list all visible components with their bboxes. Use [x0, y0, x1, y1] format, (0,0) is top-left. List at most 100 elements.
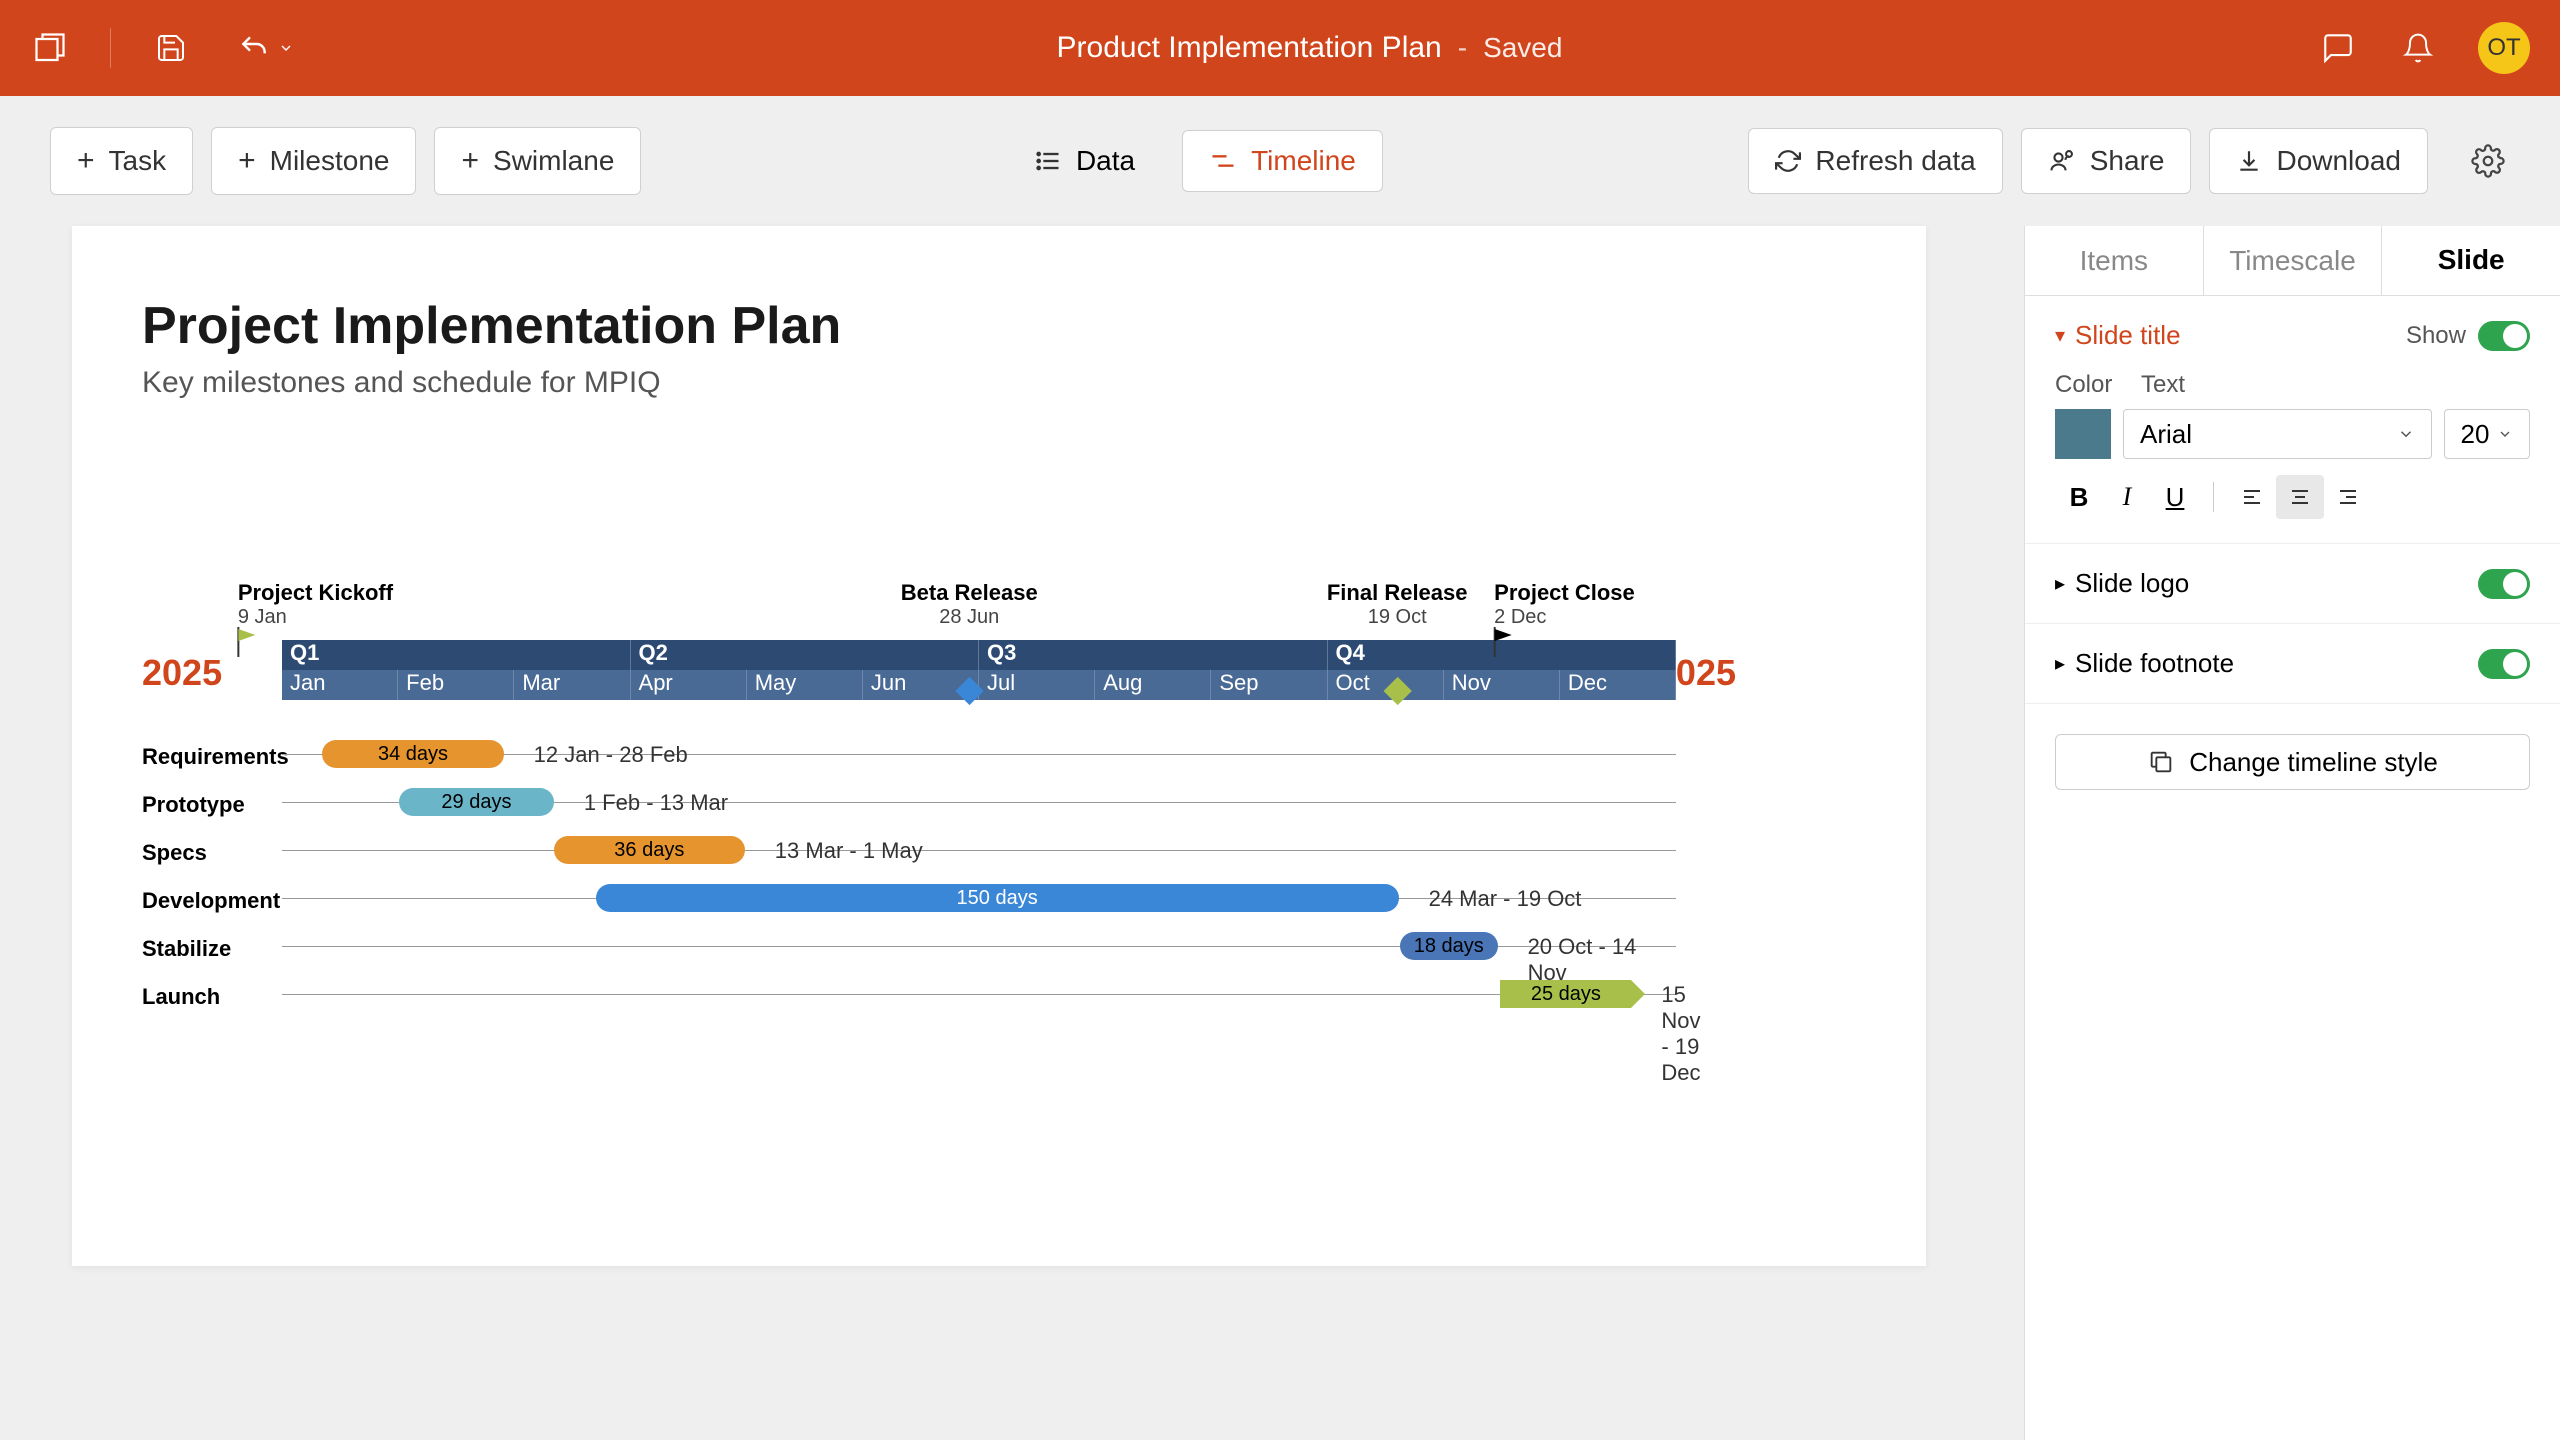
task-bar[interactable]: 150 days: [596, 884, 1399, 912]
tab-items[interactable]: Items: [2025, 226, 2204, 295]
file-icon[interactable]: [30, 28, 70, 68]
section-title-label: Slide footnote: [2075, 648, 2234, 679]
share-icon: [2048, 147, 2076, 175]
document-title[interactable]: Product Implementation Plan: [1057, 31, 1442, 65]
slide-subtitle[interactable]: Key milestones and schedule for MPIQ: [142, 366, 1856, 400]
plus-icon: +: [461, 144, 479, 178]
separator: [2213, 482, 2214, 512]
bell-icon[interactable]: [2398, 28, 2438, 68]
task-row[interactable]: Development 150 days 24 Mar - 19 Oct: [282, 874, 1676, 922]
task-baseline: [282, 850, 1676, 851]
settings-button[interactable]: [2466, 139, 2510, 183]
milestone-date: 28 Jun: [901, 606, 1038, 629]
milestone-marker[interactable]: Project Kickoff9 Jan: [238, 580, 393, 629]
refresh-icon: [1775, 148, 1801, 174]
caret-right-icon: ▸: [2055, 651, 2065, 676]
add-task-button[interactable]: +Task: [50, 127, 193, 195]
quarter-cell: Q3: [979, 640, 1328, 670]
footnote-toggle[interactable]: [2478, 649, 2530, 679]
view-switcher: Data Timeline: [641, 130, 1748, 192]
task-name: Requirements: [142, 744, 282, 770]
download-label: Download: [2276, 145, 2401, 177]
month-cell: Jan: [282, 670, 398, 700]
section-header[interactable]: ▸ Slide footnote: [2055, 648, 2530, 679]
slide-canvas[interactable]: Project Implementation Plan Key mileston…: [72, 226, 1926, 1266]
font-family-select[interactable]: Arial: [2123, 409, 2432, 459]
avatar-initials: OT: [2487, 34, 2520, 62]
align-right-button[interactable]: [2324, 475, 2372, 519]
timeline-view-label: Timeline: [1251, 145, 1356, 177]
undo-dropdown[interactable]: [231, 28, 301, 68]
task-bar[interactable]: 36 days: [554, 836, 745, 864]
field-labels: Color Text: [2055, 371, 2530, 399]
month-cell: Dec: [1560, 670, 1676, 700]
data-view-button[interactable]: Data: [1007, 130, 1162, 192]
toolbar: +Task +Milestone + Swimlane Data Timeline…: [0, 96, 2560, 226]
task-row[interactable]: Stabilize 18 days 20 Oct - 14 Nov: [282, 922, 1676, 970]
change-timeline-style-button[interactable]: Change timeline style: [2055, 734, 2530, 790]
logo-toggle[interactable]: [2478, 569, 2530, 599]
flag-icon: [1492, 627, 1516, 657]
title-color-picker[interactable]: [2055, 409, 2111, 459]
data-view-label: Data: [1076, 145, 1135, 177]
section-header[interactable]: ▸Slide logo: [2055, 568, 2530, 599]
task-name: Development: [142, 888, 282, 914]
properties-panel: Items Timescale Slide ▾Slide title Show …: [2024, 226, 2560, 1440]
task-dates: 1 Feb - 13 Mar: [584, 790, 728, 816]
task-bar[interactable]: 18 days: [1400, 932, 1498, 960]
align-left-button[interactable]: [2228, 475, 2276, 519]
timeline-chart: 2025 2025 Project Kickoff9 JanBeta Relea…: [142, 580, 1856, 1018]
task-row[interactable]: Prototype 29 days 1 Feb - 13 Mar: [282, 778, 1676, 826]
font-size-select[interactable]: 20: [2444, 409, 2530, 459]
task-name: Stabilize: [142, 936, 282, 962]
task-bar[interactable]: 25 days: [1500, 980, 1631, 1008]
add-swimlane-button[interactable]: + Swimlane: [434, 127, 641, 195]
download-button[interactable]: Download: [2209, 128, 2428, 194]
slide-footnote-section: ▸ Slide footnote: [2025, 624, 2560, 704]
main-area: Project Implementation Plan Key mileston…: [0, 226, 2560, 1440]
slide-title[interactable]: Project Implementation Plan: [142, 296, 1856, 356]
timeline-inner: Project Kickoff9 JanBeta Release28 JunFi…: [282, 580, 1676, 1018]
text-format-row: Arial 20: [2055, 409, 2530, 459]
task-row[interactable]: Launch 25 days 15 Nov - 19 Dec: [282, 970, 1676, 1018]
download-icon: [2236, 148, 2262, 174]
plus-icon: +: [77, 144, 95, 178]
refresh-label: Refresh data: [1815, 145, 1975, 177]
italic-button[interactable]: I: [2103, 475, 2151, 519]
save-icon[interactable]: [151, 28, 191, 68]
timeline-view-button[interactable]: Timeline: [1182, 130, 1383, 192]
milestone-marker[interactable]: Beta Release28 Jun: [901, 580, 1038, 629]
font-family-value: Arial: [2140, 419, 2192, 450]
year-label-start: 2025: [142, 652, 222, 694]
align-center-button[interactable]: [2276, 475, 2324, 519]
format-buttons-row: B I U: [2055, 475, 2530, 519]
task-dates: 24 Mar - 19 Oct: [1429, 886, 1582, 912]
task-dates: 12 Jan - 28 Feb: [534, 742, 688, 768]
task-row[interactable]: Specs 36 days 13 Mar - 1 May: [282, 826, 1676, 874]
share-button[interactable]: Share: [2021, 128, 2192, 194]
underline-button[interactable]: U: [2151, 475, 2199, 519]
flag-icon: [236, 627, 260, 657]
tab-timescale[interactable]: Timescale: [2204, 226, 2383, 295]
milestones-row: Project Kickoff9 JanBeta Release28 JunFi…: [282, 580, 1676, 640]
milestone-marker[interactable]: Project Close2 Dec: [1494, 580, 1635, 629]
user-avatar[interactable]: OT: [2478, 22, 2530, 74]
task-row[interactable]: Requirements 34 days 12 Jan - 28 Feb: [282, 730, 1676, 778]
milestone-marker[interactable]: Final Release19 Oct: [1327, 580, 1468, 629]
task-bar[interactable]: 34 days: [322, 740, 503, 768]
month-cell: Nov: [1444, 670, 1560, 700]
show-toggle[interactable]: [2478, 321, 2530, 351]
refresh-data-button[interactable]: Refresh data: [1748, 128, 2002, 194]
month-cell: Aug: [1095, 670, 1211, 700]
plus-icon: +: [238, 144, 256, 178]
section-title: ▾Slide title: [2055, 320, 2181, 351]
tab-slide[interactable]: Slide: [2382, 226, 2560, 295]
add-milestone-button[interactable]: +Milestone: [211, 127, 416, 195]
add-swimlane-label: Swimlane: [493, 145, 614, 177]
section-body: Color Text Arial 20 B I: [2055, 371, 2530, 519]
comment-icon[interactable]: [2318, 28, 2358, 68]
bold-button[interactable]: B: [2055, 475, 2103, 519]
task-bar[interactable]: 29 days: [399, 788, 554, 816]
quarter-cell: Q1: [282, 640, 631, 670]
section-header[interactable]: ▾Slide title Show: [2055, 320, 2530, 351]
